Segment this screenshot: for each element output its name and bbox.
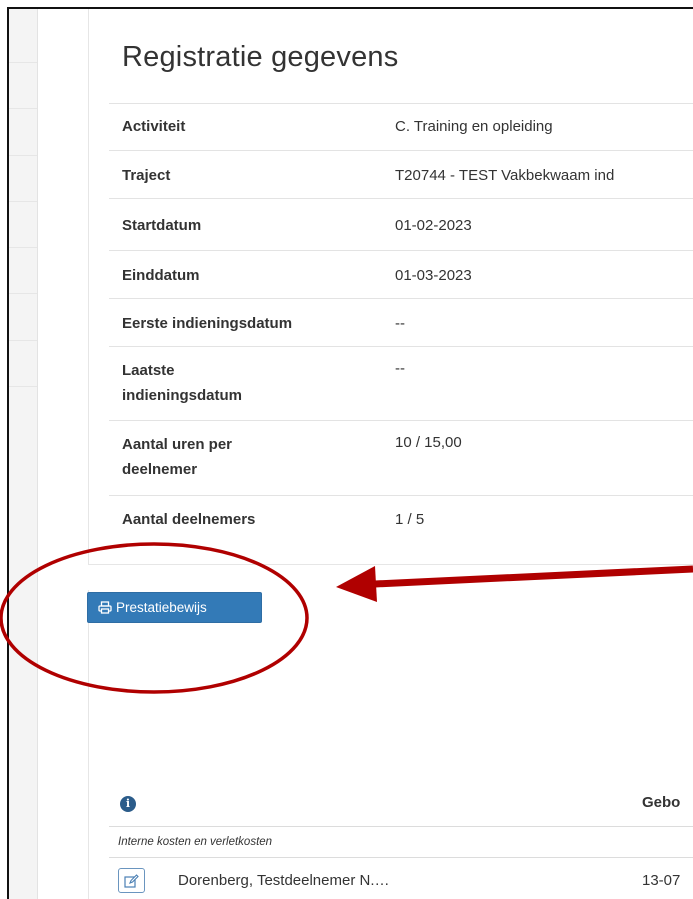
detail-row: Einddatum 01-03-2023 — [109, 250, 693, 299]
info-icon[interactable]: i — [120, 796, 136, 812]
detail-label: Activiteit — [122, 118, 186, 135]
detail-value: C. Training en opleiding — [395, 118, 553, 135]
sidebar-divider — [9, 108, 37, 109]
participants-panel — [88, 590, 693, 899]
detail-row: Traject T20744 - TEST Vakbekwaam ind — [109, 150, 693, 199]
detail-label: Traject — [122, 167, 171, 184]
detail-value: T20744 - TEST Vakbekwaam ind — [395, 167, 615, 184]
detail-label: Eerste indieningsdatum — [122, 315, 293, 332]
sidebar-divider — [9, 201, 37, 202]
detail-row: Activiteit C. Training en opleiding — [109, 103, 693, 151]
left-sidebar-strip — [9, 9, 38, 899]
prestatiebewijs-label: Prestatiebewijs — [116, 600, 207, 615]
detail-row: Aantal deelnemers 1 / 5 — [109, 495, 693, 546]
sidebar-divider — [9, 155, 37, 156]
participant-name[interactable]: Dorenberg, Testdeelnemer N.… — [178, 872, 390, 889]
detail-row: Startdatum 01-02-2023 — [109, 198, 693, 251]
sidebar-divider — [9, 340, 37, 341]
edit-icon — [124, 873, 139, 888]
column-header-birth[interactable]: Gebo — [642, 794, 680, 811]
sidebar-divider — [9, 247, 37, 248]
table-divider — [109, 826, 693, 827]
sidebar-divider — [9, 62, 37, 63]
detail-label: Aantal deelnemers — [122, 511, 256, 528]
print-icon — [98, 601, 112, 614]
sidebar-divider — [9, 386, 37, 387]
detail-row: Aantal uren per deelnemer 10 / 15,00 — [109, 420, 693, 496]
detail-row: Laatste indieningsdatum -- — [109, 346, 693, 421]
group-label: Interne kosten en verletkosten — [118, 836, 273, 848]
detail-row: Eerste indieningsdatum -- — [109, 298, 693, 347]
detail-value: 01-03-2023 — [395, 267, 472, 284]
participant-birth-date: 13-07 — [642, 872, 681, 889]
edit-participant-button[interactable] — [118, 868, 145, 893]
detail-value: 1 / 5 — [395, 511, 425, 528]
page-title: Registratie gegevens — [122, 41, 399, 73]
detail-label: Laatste indieningsdatum — [122, 362, 242, 404]
detail-value: -- — [395, 315, 405, 332]
detail-label: Startdatum — [122, 217, 202, 234]
detail-label: Aantal uren per deelnemer — [122, 436, 233, 478]
detail-label: Einddatum — [122, 267, 200, 284]
sidebar-divider — [9, 293, 37, 294]
prestatiebewijs-button[interactable]: Prestatiebewijs — [87, 592, 262, 623]
detail-value: 10 / 15,00 — [395, 434, 462, 451]
detail-value: -- — [395, 360, 405, 377]
detail-value: 01-02-2023 — [395, 217, 472, 234]
table-divider — [109, 857, 693, 858]
